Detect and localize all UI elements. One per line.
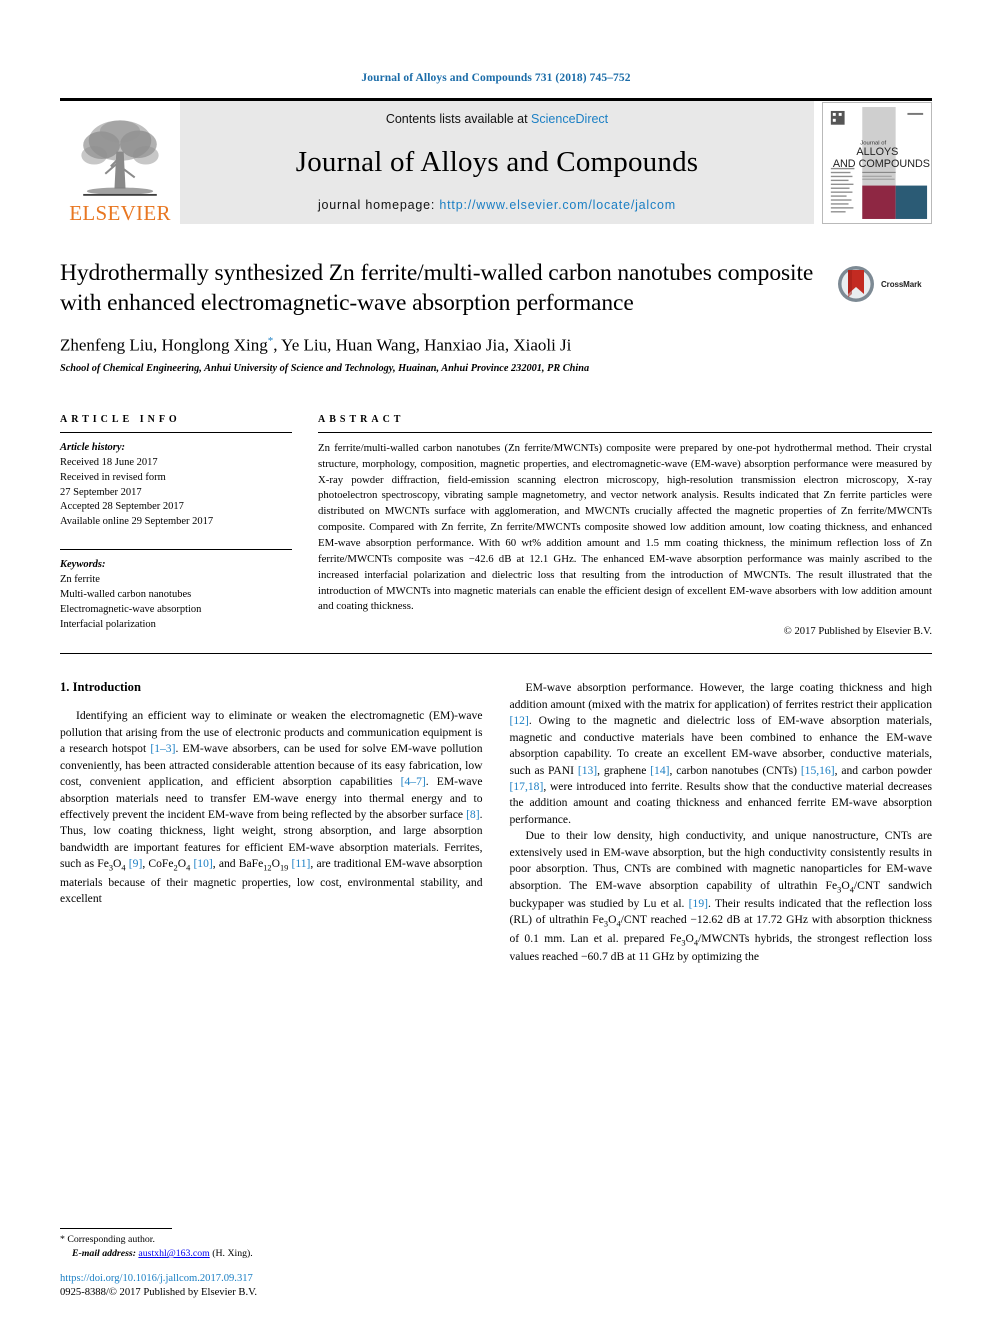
doi-block: https://doi.org/10.1016/j.jallcom.2017.0… <box>60 1272 490 1301</box>
affiliation: School of Chemical Engineering, Anhui Un… <box>60 362 590 374</box>
elsevier-logo: ELSEVIER <box>60 101 180 224</box>
cover-artwork: Journal of ALLOYS AND COMPOUNDS <box>823 102 931 223</box>
keywords-group: Keywords: Zn ferrite Multi-walled carbon… <box>60 558 292 633</box>
footnote-area: * Corresponding author. E-mail address: … <box>60 1228 478 1261</box>
section-heading-introduction: 1. Introduction <box>60 680 141 695</box>
article-history-group: Article history: Received 18 June 2017 R… <box>60 441 292 530</box>
keyword-item: Interfacial polarization <box>60 618 156 630</box>
history-item: Available online 29 September 2017 <box>60 516 214 528</box>
intro-paragraph-left: Identifying an efficient way to eliminat… <box>60 709 483 905</box>
contents-available-line: Contents lists available at ScienceDirec… <box>386 112 608 126</box>
footnote-rule <box>60 1228 172 1230</box>
history-item: Received in revised form <box>60 471 166 483</box>
journal-cover-container: Journal of ALLOYS AND COMPOUNDS <box>814 101 932 224</box>
abstract-copyright: © 2017 Published by Elsevier B.V. <box>783 626 932 638</box>
crossmark-badge[interactable]: CrossMark <box>836 258 932 304</box>
email-line: E-mail address: austxhl@163.com (H. Xing… <box>60 1247 478 1261</box>
sciencedirect-link[interactable]: ScienceDirect <box>531 112 608 126</box>
homepage-prefix: journal homepage: <box>317 198 440 212</box>
running-head: Journal of Alloys and Compounds 731 (201… <box>361 72 631 84</box>
title-block: Hydrothermally synthesized Zn ferrite/mu… <box>60 258 932 374</box>
svg-text:ALLOYS: ALLOYS <box>856 146 898 158</box>
journal-homepage-line: journal homepage: http://www.elsevier.co… <box>318 198 676 212</box>
article-info-column: ARTICLE INFO Article history: Received 1… <box>60 414 292 637</box>
article-history-label: Article history: <box>60 441 126 453</box>
info-abstract-region: ARTICLE INFO Article history: Received 1… <box>60 414 932 637</box>
body-columns: 1. Introduction Identifying an efficient… <box>60 680 932 965</box>
keyword-item: Electromagnetic-wave absorption <box>60 603 202 615</box>
abstract-text: Zn ferrite/multi-walled carbon nanotubes… <box>318 441 932 613</box>
keywords-rule <box>60 549 292 551</box>
right-column: EM-wave absorption performance. However,… <box>510 680 933 965</box>
history-item: Received 18 June 2017 <box>60 456 158 468</box>
keyword-item: Zn ferrite <box>60 574 100 586</box>
article-info-heading: ARTICLE INFO <box>60 413 181 425</box>
doi-link[interactable]: https://doi.org/10.1016/j.jallcom.2017.0… <box>60 1273 253 1284</box>
author-list: Zhenfeng Liu, Honglong Xing*, Ye Liu, Hu… <box>60 335 572 355</box>
article-info-rule <box>60 431 292 433</box>
issn-copyright-line: 0925-8388/© 2017 Published by Elsevier B… <box>60 1287 258 1299</box>
journal-banner: Contents lists available at ScienceDirec… <box>180 101 814 224</box>
email-label: E-mail address: <box>72 1248 136 1260</box>
email-suffix: (H. Xing). <box>212 1248 253 1260</box>
keyword-item: Multi-walled carbon nanotubes <box>60 589 192 601</box>
corresponding-author-note: * Corresponding author. <box>60 1234 155 1246</box>
crossmark-label: CrossMark <box>881 279 922 289</box>
abstract-rule <box>318 431 932 433</box>
email-link[interactable]: austxhl@163.com <box>138 1248 209 1259</box>
abstract-column: ABSTRACT Zn ferrite/multi-walled carbon … <box>318 414 932 637</box>
crossmark-icon <box>838 266 874 302</box>
journal-masthead: ELSEVIER Contents lists available at Sci… <box>60 98 932 224</box>
section-divider <box>60 653 932 655</box>
journal-homepage-link[interactable]: http://www.elsevier.com/locate/jalcom <box>439 198 676 212</box>
journal-cover-thumbnail: Journal of ALLOYS AND COMPOUNDS <box>822 101 932 224</box>
elsevier-tree-icon <box>81 120 159 196</box>
left-column: 1. Introduction Identifying an efficient… <box>60 680 483 965</box>
history-item: 27 September 2017 <box>60 486 142 498</box>
intro-paragraph-right-1: EM-wave absorption performance. However,… <box>509 681 933 826</box>
history-item: Accepted 28 September 2017 <box>60 501 184 513</box>
page-title: Hydrothermally synthesized Zn ferrite/mu… <box>60 260 814 317</box>
intro-paragraph-right-2: Due to their low density, high conductiv… <box>509 829 933 963</box>
elsevier-wordmark: ELSEVIER <box>69 201 171 225</box>
article-page: Journal of Alloys and Compounds 731 (201… <box>0 0 992 1323</box>
contents-prefix: Contents lists available at <box>385 112 532 126</box>
journal-title: Journal of Alloys and Compounds <box>295 145 699 178</box>
abstract-heading: ABSTRACT <box>318 413 405 425</box>
keywords-label: Keywords: <box>60 559 106 571</box>
